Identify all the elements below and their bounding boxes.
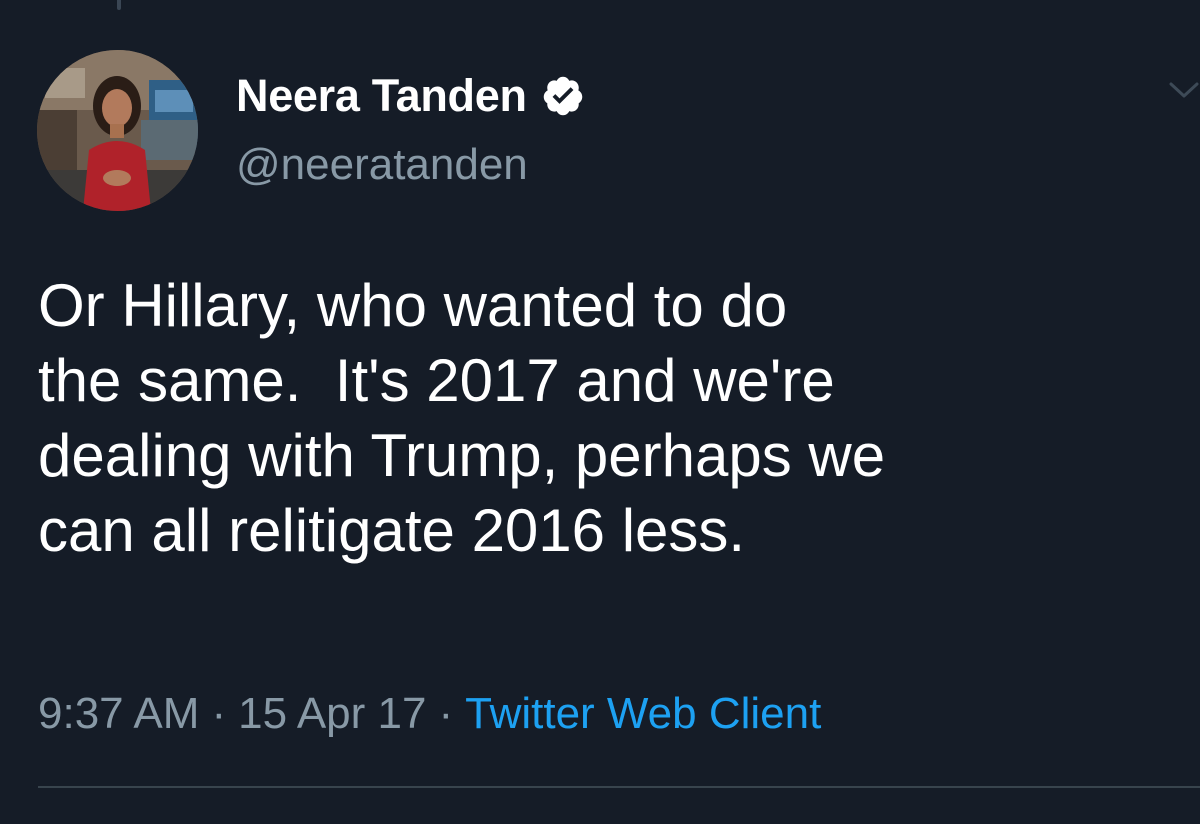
author-name-row[interactable]: Neera Tanden xyxy=(236,64,585,128)
tweet-source-link[interactable]: Twitter Web Client xyxy=(465,689,821,739)
meta-separator: · xyxy=(438,689,454,738)
author-handle[interactable]: @neeratanden xyxy=(236,140,528,190)
divider xyxy=(38,786,1200,788)
tweet-text: Or Hillary, who wanted to do the same. I… xyxy=(38,272,886,564)
tweet-time[interactable]: 9:37 AM xyxy=(38,689,199,739)
verified-badge-icon xyxy=(541,74,585,118)
avatar[interactable] xyxy=(37,50,198,211)
meta-separator: · xyxy=(211,689,227,738)
author-display-name[interactable]: Neera Tanden xyxy=(236,70,527,122)
chevron-down-icon[interactable] xyxy=(1168,78,1200,102)
avatar-photo xyxy=(37,50,198,211)
tweet-date[interactable]: 15 Apr 17 xyxy=(238,689,426,739)
tweet-meta: 9:37 AM · 15 Apr 17 · Twitter Web Client xyxy=(38,684,821,744)
thread-line xyxy=(117,0,121,10)
